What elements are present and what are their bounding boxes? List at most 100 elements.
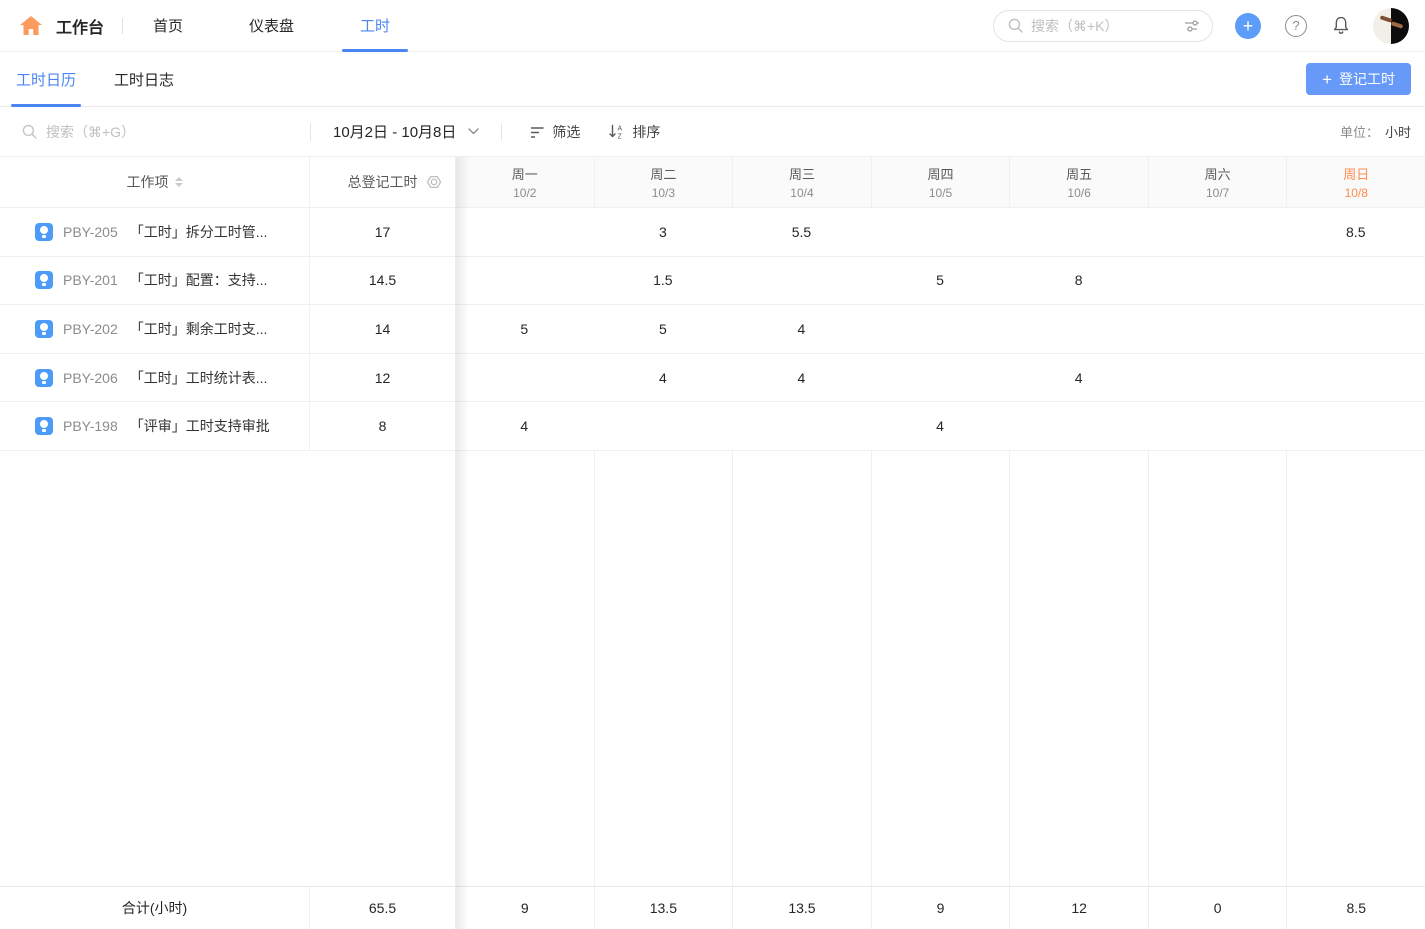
day-hours-cell[interactable]: 4 (455, 402, 594, 450)
tab-worktime-log[interactable]: 工时日志 (114, 52, 174, 107)
day-hours-cell[interactable]: 4 (732, 305, 871, 353)
day-hours-cell[interactable] (1286, 257, 1425, 305)
day-hours-cell[interactable] (1148, 354, 1287, 402)
footer-day-total: 0 (1148, 887, 1287, 929)
total-hours-cell: 12 (310, 354, 455, 402)
day-hours-cell[interactable] (732, 257, 871, 305)
day-hours-cell[interactable] (1286, 402, 1425, 450)
day-hours-cell[interactable] (1148, 257, 1287, 305)
global-search-input[interactable]: 搜索（⌘+K） (993, 10, 1213, 42)
day-hours-cell[interactable] (871, 208, 1010, 256)
day-column-header-thu[interactable]: 周四10/5 (871, 157, 1010, 207)
day-hours-cell[interactable]: 3 (594, 208, 733, 256)
help-icon[interactable]: ? (1285, 15, 1307, 37)
work-item-title[interactable]: 「工时」拆分工时管... (130, 222, 268, 242)
day-hours-cell[interactable] (1009, 402, 1148, 450)
day-hours-cell[interactable] (1009, 305, 1148, 353)
nav-item-dashboard[interactable]: 仪表盘 (249, 0, 294, 52)
day-hours-cell[interactable]: 5 (871, 257, 1010, 305)
day-hours-cell[interactable]: 4 (594, 354, 733, 402)
search-icon (1008, 18, 1023, 33)
work-item-title[interactable]: 「工时」配置：支持... (130, 270, 268, 290)
day-column-header-sat[interactable]: 周六10/7 (1148, 157, 1287, 207)
table-row[interactable]: PBY-205 「工时」拆分工时管... 17 3 5.5 8.5 (0, 208, 1425, 257)
toolbar-divider (310, 123, 311, 141)
sort-az-icon: AZ (608, 124, 625, 139)
day-hours-cell[interactable] (1148, 208, 1287, 256)
work-item-cell[interactable]: PBY-206 「工时」工时统计表... (0, 354, 310, 402)
day-hours-cell[interactable]: 1.5 (594, 257, 733, 305)
date-range-selector[interactable]: 10月2日 - 10月8日 (333, 121, 479, 142)
day-column-header-tue[interactable]: 周二10/3 (594, 157, 733, 207)
footer-total-label: 合计(小时) (0, 887, 310, 929)
day-hours-cell[interactable]: 4 (1009, 354, 1148, 402)
day-column-header-fri[interactable]: 周五10/6 (1009, 157, 1148, 207)
workspace-label[interactable]: 工作台 (56, 14, 104, 38)
table-row[interactable]: PBY-198 「评审」工时支持审批 8 4 4 (0, 402, 1425, 451)
register-worktime-button[interactable]: + 登记工时 (1306, 63, 1411, 95)
day-hours-cell[interactable]: 8.5 (1286, 208, 1425, 256)
footer-day-total: 13.5 (594, 887, 733, 929)
work-item-title[interactable]: 「工时」工时统计表... (130, 368, 268, 388)
table-header-row: 工作项 总登记工时 周一10/2 周二10/3 周三10/4 周四10/5 周五… (0, 157, 1425, 208)
work-item-id: PBY-198 (63, 418, 118, 434)
table-search-input[interactable]: 搜索（⌘+G） (22, 122, 310, 142)
top-navigation-bar: 工作台 首页 仪表盘 工时 搜索（⌘+K） + ? (0, 0, 1425, 52)
app-window: 工作台 首页 仪表盘 工时 搜索（⌘+K） + ? 工时日历 工时日志 + 登记… (0, 0, 1425, 929)
day-hours-cell[interactable] (455, 257, 594, 305)
column-header-total-hours: 总登记工时 (310, 157, 455, 207)
day-hours-cell[interactable] (1148, 402, 1287, 450)
user-avatar[interactable] (1373, 8, 1409, 44)
footer-day-total: 9 (871, 887, 1010, 929)
sort-carets-icon[interactable] (175, 177, 183, 187)
nav-item-home[interactable]: 首页 (153, 0, 183, 52)
total-hours-cell: 17 (310, 208, 455, 256)
work-item-id: PBY-202 (63, 321, 118, 337)
global-search-placeholder: 搜索（⌘+K） (1031, 16, 1184, 36)
column-settings-gear-icon[interactable] (424, 172, 444, 192)
search-filter-icon[interactable] (1184, 19, 1200, 33)
day-column-header-wed[interactable]: 周三10/4 (732, 157, 871, 207)
day-hours-cell[interactable]: 8 (1009, 257, 1148, 305)
day-hours-cell[interactable]: 5 (594, 305, 733, 353)
day-column-header-mon[interactable]: 周一10/2 (455, 157, 594, 207)
column-header-work-item[interactable]: 工作项 (0, 157, 310, 207)
work-item-type-icon (35, 417, 53, 435)
table-row[interactable]: PBY-206 「工时」工时统计表... 12 4 4 4 (0, 354, 1425, 403)
day-hours-cell[interactable] (871, 354, 1010, 402)
footer-day-total: 9 (455, 887, 594, 929)
work-item-title[interactable]: 「评审」工时支持审批 (130, 416, 270, 436)
create-button[interactable]: + (1235, 13, 1261, 39)
table-row[interactable]: PBY-201 「工时」配置：支持... 14.5 1.5 5 8 (0, 257, 1425, 306)
work-item-title[interactable]: 「工时」剩余工时支... (130, 319, 268, 339)
day-column-header-sun-today[interactable]: 周日10/8 (1286, 157, 1425, 207)
work-item-cell[interactable]: PBY-201 「工时」配置：支持... (0, 257, 310, 305)
day-hours-cell[interactable]: 4 (732, 354, 871, 402)
sort-button[interactable]: AZ 排序 (608, 122, 660, 142)
day-hours-cell[interactable] (1286, 305, 1425, 353)
day-hours-cell[interactable] (1148, 305, 1287, 353)
table-row[interactable]: PBY-202 「工时」剩余工时支... 14 5 5 4 (0, 305, 1425, 354)
nav-item-worktime[interactable]: 工时 (360, 0, 390, 52)
day-hours-cell[interactable]: 5.5 (732, 208, 871, 256)
day-hours-cell[interactable] (455, 208, 594, 256)
tab-worktime-calendar[interactable]: 工时日历 (16, 52, 76, 107)
day-hours-cell[interactable] (732, 402, 871, 450)
day-hours-cell[interactable]: 5 (455, 305, 594, 353)
table-search-placeholder: 搜索（⌘+G） (46, 122, 135, 142)
home-icon[interactable] (18, 14, 44, 38)
table-footer-row: 合计(小时) 65.5 9 13.5 13.5 9 12 0 8.5 (0, 886, 1425, 929)
notifications-bell-icon[interactable] (1331, 15, 1351, 36)
day-hours-cell[interactable] (1286, 354, 1425, 402)
work-item-cell[interactable]: PBY-198 「评审」工时支持审批 (0, 402, 310, 450)
table-body: PBY-205 「工时」拆分工时管... 17 3 5.5 8.5 PBY- (0, 208, 1425, 886)
filter-button[interactable]: 筛选 (530, 122, 580, 142)
day-hours-cell[interactable] (871, 305, 1010, 353)
unit-label: 单位： (1340, 125, 1379, 140)
day-hours-cell[interactable] (594, 402, 733, 450)
day-hours-cell[interactable] (455, 354, 594, 402)
day-hours-cell[interactable]: 4 (871, 402, 1010, 450)
work-item-cell[interactable]: PBY-202 「工时」剩余工时支... (0, 305, 310, 353)
day-hours-cell[interactable] (1009, 208, 1148, 256)
work-item-cell[interactable]: PBY-205 「工时」拆分工时管... (0, 208, 310, 256)
